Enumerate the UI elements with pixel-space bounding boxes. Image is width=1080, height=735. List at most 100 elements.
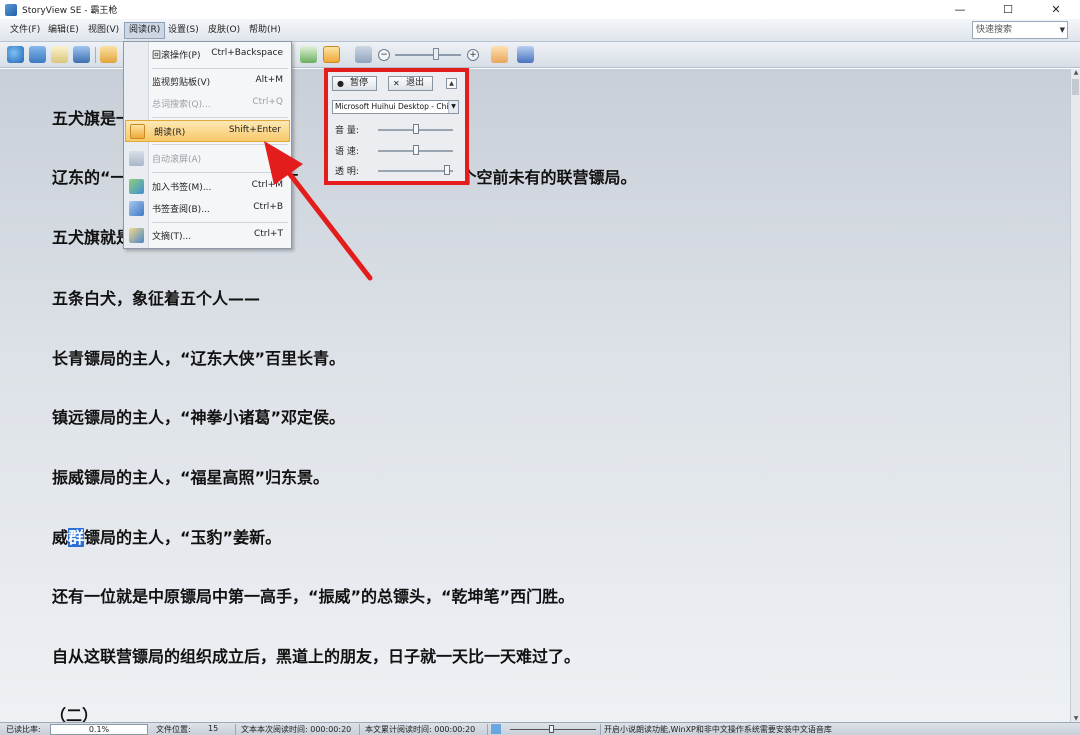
- menu-item-label: 回滚操作(P): [152, 51, 201, 61]
- menu-item-rollback[interactable]: 回滚操作(P) Ctrl+Backspace: [124, 44, 291, 66]
- read-ratio-value: 0.1%: [50, 724, 148, 735]
- menu-item-digest[interactable]: 文摘(T)... Ctrl+T: [124, 225, 291, 247]
- app-icon: [5, 3, 17, 16]
- auto-scroll-icon[interactable]: [355, 46, 372, 63]
- read-ratio-label: 已读比率:: [6, 725, 41, 734]
- menu-view[interactable]: 视图(V): [84, 22, 123, 39]
- search-dropdown-arrow-icon[interactable]: ▼: [1060, 22, 1065, 38]
- picture-icon[interactable]: [300, 46, 317, 63]
- hand-icon[interactable]: [491, 46, 508, 63]
- digest-icon: [129, 228, 144, 243]
- zoom-slider-thumb[interactable]: [433, 48, 439, 60]
- menu-item-label: 朗读(R): [154, 128, 186, 138]
- paragraph: 还有一位就是中原镖局中第一高手，“振威”的总镖头，“乾坤笔”西门胜。: [52, 587, 575, 606]
- paragraph: 五犬旗就是: [52, 228, 133, 247]
- read-aloud-panel: ● 暂停 ✕ 退出 ▲ Microsoft Huihui Desktop - C…: [324, 68, 469, 185]
- paragraph: 威群镖局的主人，“玉豹”姜新。: [52, 524, 281, 548]
- highlighted-word: 群: [68, 528, 85, 547]
- voice-select[interactable]: Microsoft Huihui Desktop - Chinese ▼: [332, 100, 459, 114]
- volume-slider-thumb[interactable]: [412, 124, 419, 134]
- total-read-time: 本文累计阅读时间: 000:00:20: [365, 725, 476, 734]
- title-bar: StoryView SE - 霸王枪 — ☐ ✕: [0, 0, 1080, 19]
- window-title: StoryView SE - 霸王枪: [22, 6, 118, 16]
- read-aloud-icon[interactable]: [323, 46, 340, 63]
- auto-scroll-icon: [129, 151, 144, 166]
- zoom-out-icon[interactable]: −: [378, 49, 390, 61]
- status-separator: [235, 724, 236, 735]
- menu-separator: [152, 68, 288, 69]
- paragraph: 镇远镖局的主人，“神拳小诸葛”邓定侯。: [52, 408, 346, 427]
- opacity-slider[interactable]: [378, 170, 453, 172]
- exit-button[interactable]: ✕ 退出: [388, 76, 433, 91]
- open-folder-icon[interactable]: [29, 46, 46, 63]
- add-bookmark-icon: [129, 179, 144, 194]
- menu-item-shortcut: Ctrl+Q: [252, 97, 283, 107]
- save-icon[interactable]: [73, 46, 90, 63]
- pause-icon: ●: [337, 79, 344, 88]
- zoom-slider-track[interactable]: [395, 54, 461, 56]
- speaker-icon: [491, 724, 501, 734]
- read-aloud-panel-body: ● 暂停 ✕ 退出 ▲ Microsoft Huihui Desktop - C…: [328, 72, 465, 181]
- menu-separator: [152, 144, 288, 145]
- menu-separator: [152, 172, 288, 173]
- menu-item-add-bookmark[interactable]: 加入书签(M)... Ctrl+M: [124, 176, 291, 198]
- voice-select-value: Microsoft Huihui Desktop - Chinese: [335, 102, 459, 111]
- scroll-thumb[interactable]: [1072, 79, 1079, 95]
- menu-item-monitor-clipboard[interactable]: 监视剪贴板(V) Alt+M: [124, 71, 291, 93]
- exit-icon: ✕: [393, 79, 400, 88]
- scroll-down-icon[interactable]: ▼: [1072, 715, 1080, 722]
- pause-button[interactable]: ● 暂停: [332, 76, 377, 91]
- menu-item-shortcut: Ctrl+B: [253, 202, 283, 212]
- status-separator: [487, 724, 488, 735]
- paragraph-fragment: 一个空前未有的联营镖局。: [444, 168, 637, 187]
- menu-item-label: 书签查阅(B)...: [152, 205, 210, 215]
- paragraph: 振威镖局的主人，“福星高照”归东景。: [52, 468, 330, 487]
- window-controls: — ☐ ✕: [936, 0, 1080, 19]
- collapse-icon[interactable]: ▲: [446, 78, 457, 89]
- bookmarks-icon: [129, 201, 144, 216]
- menu-read[interactable]: 阅读(R): [124, 22, 166, 39]
- status-message: 开启小说朗读功能,WinXP和非中文操作系统需要安装中文语音库: [604, 725, 832, 734]
- status-volume-thumb[interactable]: [549, 725, 554, 733]
- menu-item-label: 监视剪贴板(V): [152, 78, 211, 88]
- section-heading: （二）: [50, 706, 99, 722]
- globe-icon[interactable]: [7, 46, 24, 63]
- menu-separator: [152, 222, 288, 223]
- zoom-in-icon[interactable]: +: [467, 49, 479, 61]
- menu-skin[interactable]: 皮肤(O): [204, 22, 244, 39]
- status-separator: [359, 724, 360, 735]
- scroll-up-icon[interactable]: ▲: [1072, 69, 1080, 76]
- menu-item-label: 加入书签(M)...: [152, 183, 212, 193]
- close-button[interactable]: ✕: [1032, 0, 1080, 19]
- paragraph-fragment: 镖局的主人，“玉豹”姜新。: [84, 528, 282, 547]
- vertical-scrollbar[interactable]: ▲ ▼: [1070, 69, 1080, 722]
- speed-slider-thumb[interactable]: [412, 145, 419, 155]
- maximize-button[interactable]: ☐: [984, 0, 1032, 19]
- speed-label: 语 速:: [335, 147, 359, 157]
- menu-help[interactable]: 帮助(H): [245, 22, 285, 39]
- paragraph: 自从这联营镖局的组织成立后，黑道上的朋友，日子就一天比一天难过了。: [52, 647, 581, 666]
- pause-label: 暂停: [350, 78, 369, 88]
- session-read-time: 文本本次阅读时间: 000:00:20: [241, 725, 352, 734]
- status-separator: [600, 724, 601, 735]
- exit-app-icon[interactable]: [517, 46, 534, 63]
- menu-item-label: 总词搜索(Q)...: [152, 100, 211, 110]
- file-position-label: 文件位置:: [156, 725, 191, 734]
- minimize-button[interactable]: —: [936, 0, 984, 19]
- menu-item-label: 文摘(T)...: [152, 232, 192, 242]
- opacity-slider-thumb[interactable]: [443, 165, 450, 175]
- paragraph: 五条白犬，象征着五个人——: [52, 289, 261, 308]
- menu-item-view-bookmarks[interactable]: 书签查阅(B)... Ctrl+B: [124, 198, 291, 220]
- document-icon[interactable]: [51, 46, 68, 63]
- menu-item-label: 自动滚屏(A): [152, 155, 202, 165]
- volume-label: 音 量:: [335, 126, 359, 136]
- menu-edit[interactable]: 编辑(E): [44, 22, 83, 39]
- menu-item-auto-scroll: 自动滚屏(A) F: [124, 148, 291, 170]
- menu-item-shortcut: Alt+M: [255, 75, 284, 85]
- menu-file[interactable]: 文件(F): [6, 22, 44, 39]
- quick-search-input[interactable]: 快速搜索 ▼: [972, 21, 1068, 39]
- menu-settings[interactable]: 设置(S): [164, 22, 203, 39]
- copy-icon[interactable]: [100, 46, 117, 63]
- menu-item-read-aloud[interactable]: 朗读(R) Shift+Enter: [125, 120, 290, 142]
- quick-search-placeholder: 快速搜索: [976, 25, 1013, 35]
